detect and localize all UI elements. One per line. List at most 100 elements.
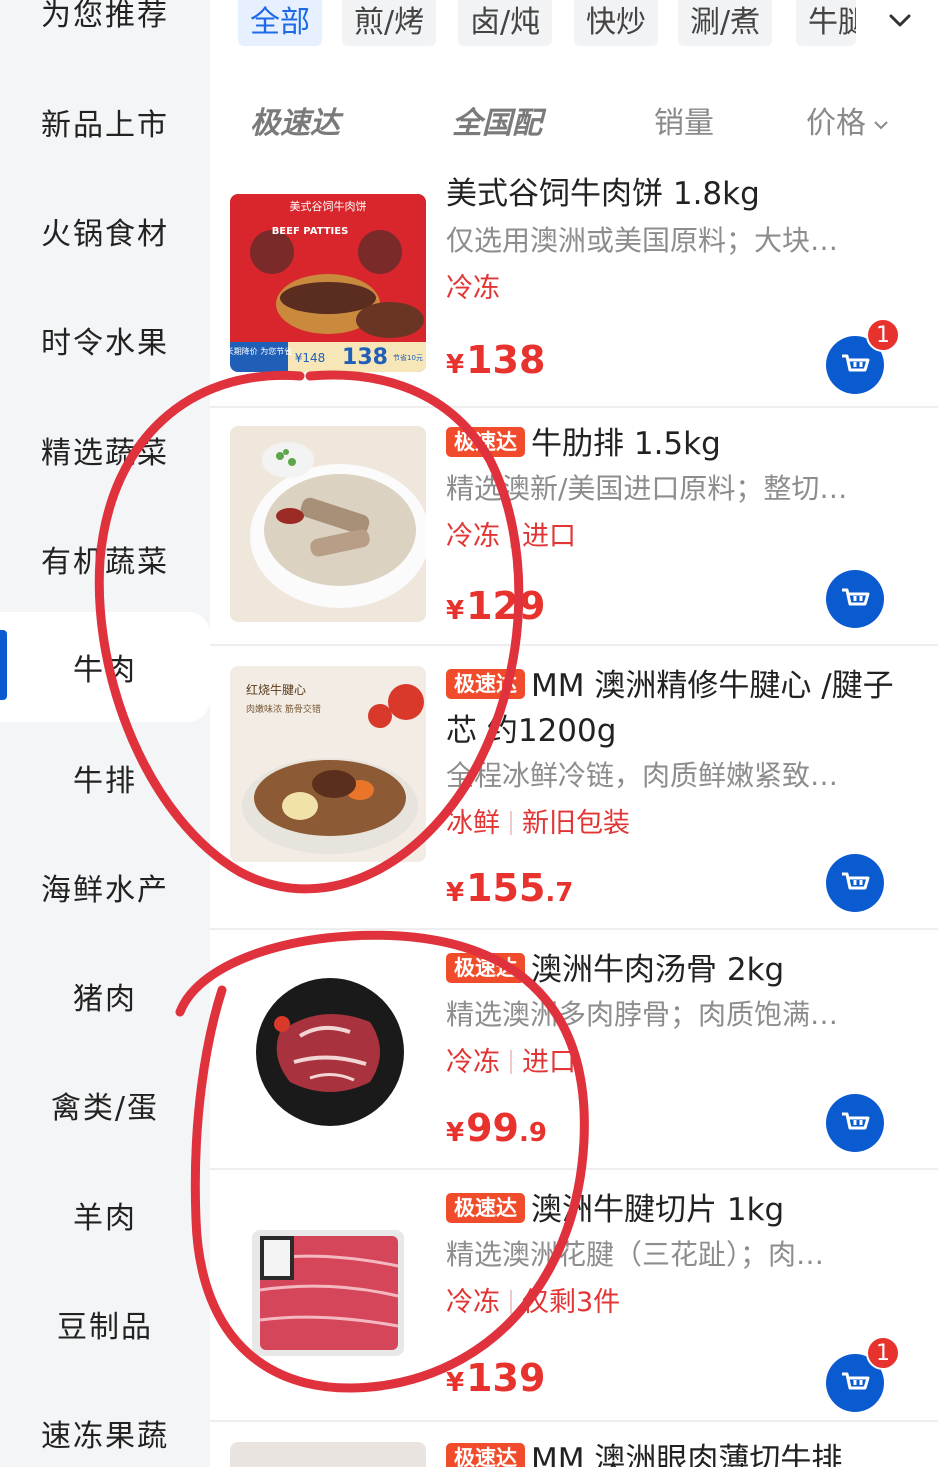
sort-price[interactable]: 价格 [806, 98, 890, 142]
currency-symbol: ¥ [446, 1368, 465, 1398]
product-card[interactable]: 极速达 MM 澳洲眼肉薄切牛排 [210, 1422, 938, 1467]
product-tags: 冷冻 进口 [446, 1043, 898, 1083]
sidebar-item-beef[interactable]: 牛肉 [0, 612, 210, 722]
product-price: ¥139 [446, 1356, 545, 1400]
price-decimal: .9 [518, 1118, 547, 1148]
product-title-text: 澳洲牛肉汤骨 2kg [531, 952, 785, 988]
sidebar-item-organic[interactable]: 有机蔬菜 [0, 509, 210, 609]
fast-delivery-tag: 极速达 [446, 953, 525, 983]
sidebar-item-hotpot[interactable]: 火锅食材 [0, 181, 210, 281]
chip-beef-leg[interactable]: 牛腿 [796, 0, 856, 46]
product-price: ¥129 [446, 584, 545, 628]
product-tag: 冷冻 [446, 521, 500, 552]
cart-icon [842, 588, 870, 606]
product-info: 极速达 牛肋排 1.5kg 精选澳新/美国进口原料；整切… 冷冻 进口 [446, 422, 898, 557]
sidebar-item-label: 豆制品 [57, 1310, 153, 1345]
sidebar-item-recommend[interactable]: 为您推荐 [0, 0, 210, 62]
sidebar-item-lamb[interactable]: 羊肉 [0, 1165, 210, 1265]
product-image [230, 426, 426, 622]
product-tag: 冷冻 [446, 1287, 500, 1318]
sidebar-item-label: 有机蔬菜 [41, 545, 169, 580]
product-tag: 冷冻 [446, 1047, 500, 1078]
product-info: 极速达 澳洲牛腱切片 1kg 精选澳洲花腱（三花趾）；肉… 冷冻 仅剩3件 [446, 1188, 898, 1323]
sidebar-item-label: 猪肉 [73, 982, 137, 1017]
tag-separator [510, 1050, 512, 1074]
sidebar-item-tofu[interactable]: 豆制品 [0, 1274, 210, 1374]
sidebar-item-label: 时令水果 [41, 326, 169, 361]
cart-icon [842, 354, 870, 372]
product-title-text: 牛肋排 1.5kg [531, 426, 721, 462]
image-caption-sub: 肉嫩味浓 筋骨交错 [246, 703, 321, 715]
chip-stir-fry[interactable]: 快炒 [574, 0, 658, 46]
product-image [230, 952, 426, 1148]
chip-label: 涮/煮 [690, 5, 761, 40]
sidebar-item-new[interactable]: 新品上市 [0, 72, 210, 172]
sidebar-item-label: 牛排 [73, 764, 137, 799]
product-card[interactable]: 极速达 澳洲牛肉汤骨 2kg 精选澳洲多肉脖骨；肉质饱满… 冷冻 进口 ¥99.9 [210, 930, 938, 1170]
tag-separator [510, 524, 512, 548]
product-tag: 进口 [522, 521, 576, 552]
product-info: 极速达 MM 澳洲眼肉薄切牛排 [446, 1438, 898, 1467]
product-card[interactable]: 红烧牛腱心 肉嫩味浓 筋骨交错 极速达 MM 澳洲精修牛腱心 /腱子芯 约1200… [210, 646, 938, 930]
product-title-text: 美式谷饲牛肉饼 1.8kg [446, 176, 760, 212]
product-title: 极速达 牛肋排 1.5kg [446, 422, 898, 467]
product-card[interactable]: 极速达 牛肋排 1.5kg 精选澳新/美国进口原料；整切… 冷冻 进口 ¥129 [210, 408, 938, 646]
chip-label: 煎/烤 [354, 5, 425, 40]
product-desc: 全程冰鲜冷链，肉质鲜嫩紧致… [446, 759, 839, 792]
sidebar-item-label: 新品上市 [41, 108, 169, 143]
product-image: 美式谷饲牛肉饼 BEEF PATTIES 长期降价 为您节省 ¥148 138 … [230, 194, 426, 372]
product-image [230, 1200, 426, 1396]
chevron-down-icon[interactable] [886, 6, 914, 34]
product-desc: 精选澳洲花腱（三花趾）；肉… [446, 1238, 825, 1271]
tag-separator [510, 811, 512, 835]
product-tags: 冷冻 [446, 269, 898, 309]
sort-fast-delivery[interactable]: 极速达 [250, 98, 340, 142]
chip-label: 卤/炖 [470, 5, 541, 40]
chip-all[interactable]: 全部 [238, 0, 322, 46]
image-caption: 红烧牛腱心 [246, 682, 306, 697]
sidebar-item-vegetables[interactable]: 精选蔬菜 [0, 400, 210, 500]
sidebar-item-label: 速冻果蔬 [41, 1419, 169, 1454]
product-tag: 冷冻 [446, 273, 500, 304]
sidebar-item-label: 羊肉 [73, 1201, 137, 1236]
sort-bar: 极速达 全国配 销量 价格 [210, 80, 938, 156]
chip-boil[interactable]: 涮/煮 [678, 0, 773, 46]
product-desc: 精选澳新/美国进口原料；整切… [446, 472, 848, 505]
product-tag: 冰鲜 [446, 808, 500, 839]
sidebar-item-frozen[interactable]: 速冻果蔬 [0, 1383, 210, 1467]
sidebar-item-pork[interactable]: 猪肉 [0, 946, 210, 1046]
price-integer: 99 [466, 1106, 519, 1150]
sidebar-item-poultry[interactable]: 禽类/蛋 [0, 1055, 210, 1155]
product-price: ¥155.7 [446, 866, 573, 910]
chip-braise-stew[interactable]: 卤/炖 [458, 0, 553, 46]
product-tags: 冷冻 仅剩3件 [446, 1283, 898, 1323]
add-to-cart-button[interactable] [826, 1094, 884, 1152]
price-integer: 138 [466, 338, 546, 382]
add-to-cart-button[interactable] [826, 854, 884, 912]
sort-sales[interactable]: 销量 [654, 98, 714, 142]
product-title-text: MM 澳洲眼肉薄切牛排 [531, 1442, 843, 1467]
product-title: 极速达 澳洲牛腱切片 1kg [446, 1188, 898, 1233]
sort-nationwide[interactable]: 全国配 [452, 98, 542, 142]
sidebar-item-fruit[interactable]: 时令水果 [0, 290, 210, 390]
price-integer: 139 [466, 1356, 546, 1400]
product-title: 极速达 MM 澳洲眼肉薄切牛排 [446, 1438, 898, 1467]
add-to-cart-button[interactable] [826, 570, 884, 628]
sidebar-item-label: 火锅食材 [41, 217, 169, 252]
sidebar-item-steak[interactable]: 牛排 [0, 728, 210, 828]
fast-delivery-tag: 极速达 [446, 427, 525, 457]
chip-fry-grill[interactable]: 煎/烤 [342, 0, 437, 46]
product-info: 美式谷饲牛肉饼 1.8kg 仅选用澳洲或美国原料；大块… 冷冻 [446, 172, 898, 309]
chip-label: 全部 [250, 5, 310, 40]
product-card[interactable]: 美式谷饲牛肉饼 BEEF PATTIES 长期降价 为您节省 ¥148 138 … [210, 160, 938, 408]
product-info: 极速达 澳洲牛肉汤骨 2kg 精选澳洲多肉脖骨；肉质饱满… 冷冻 进口 [446, 948, 898, 1083]
product-tag: 新旧包装 [522, 808, 630, 839]
sidebar-item-seafood[interactable]: 海鲜水产 [0, 837, 210, 937]
subcategory-chips: 全部 煎/烤 卤/炖 快炒 涮/煮 牛腿 [210, 0, 938, 58]
category-sidebar: 为您推荐 新品上市 火锅食材 时令水果 精选蔬菜 有机蔬菜 牛肉 牛排 海鲜水产… [0, 0, 210, 1467]
product-card[interactable]: 极速达 澳洲牛腱切片 1kg 精选澳洲花腱（三花趾）；肉… 冷冻 仅剩3件 ¥139… [210, 1170, 938, 1422]
product-tag: 进口 [522, 1047, 576, 1078]
product-title: 极速达 MM 澳洲精修牛腱心 /腱子芯 约1200g [446, 664, 898, 754]
image-new-price: 138 [342, 345, 388, 370]
image-promo: 长期降价 为您节省 [230, 346, 292, 356]
